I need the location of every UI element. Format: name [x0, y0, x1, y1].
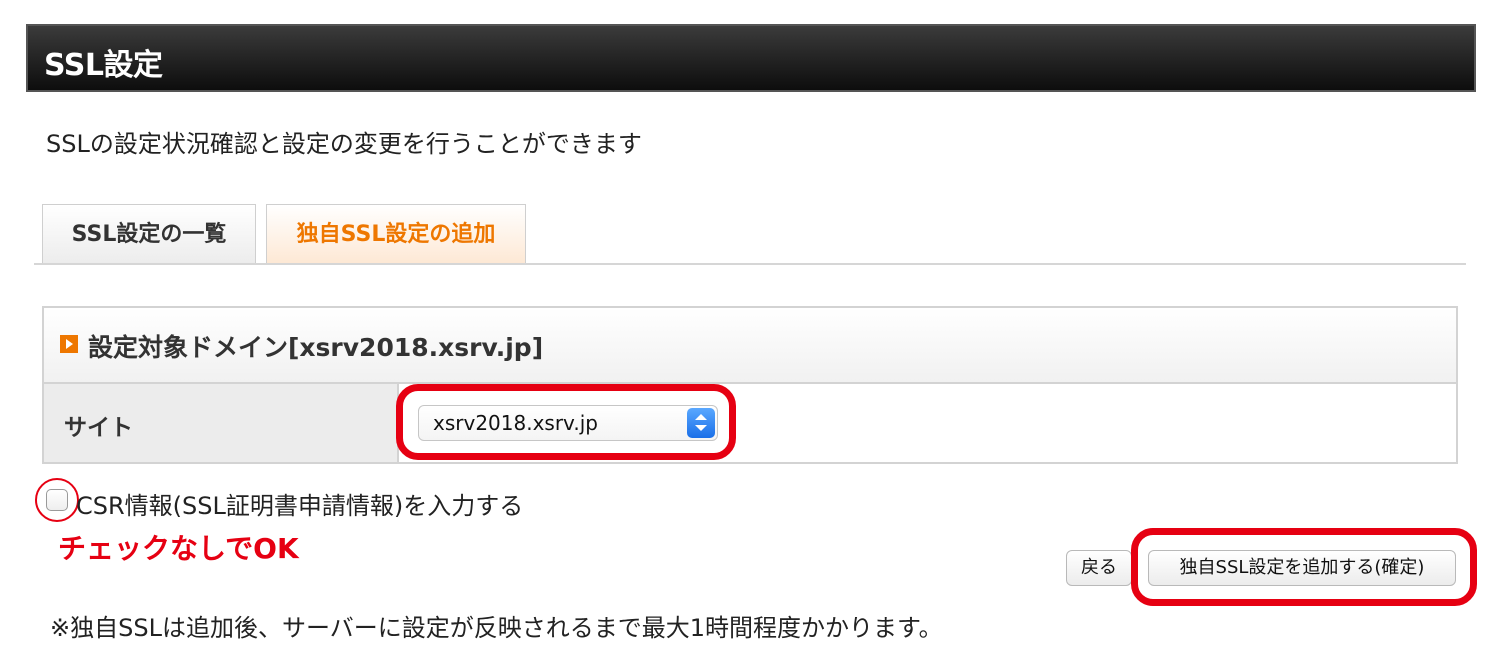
- domain-title: 設定対象ドメイン[xsrv2018.xsrv.jp]: [88, 333, 544, 362]
- button-highlight-outline: [1131, 528, 1477, 606]
- domain-panel-header: 設定対象ドメイン[xsrv2018.xsrv.jp]: [44, 308, 1456, 384]
- tab-add-custom-ssl[interactable]: 独自SSL設定の追加: [266, 204, 526, 264]
- page-description: SSLの設定状況確認と設定の変更を行うことができます: [46, 130, 642, 158]
- checkbox-highlight-circle: [35, 478, 79, 522]
- page-title: SSL設定: [44, 48, 163, 83]
- ssl-settings-page: SSL設定 SSLの設定状況確認と設定の変更を行うことができます SSL設定の一…: [0, 0, 1506, 660]
- footer-note: ※独自SSLは追加後、サーバーに設定が反映されるまで最大1時間程度かかります。: [50, 614, 943, 642]
- site-label: サイト: [64, 415, 133, 441]
- orange-arrow-icon: [60, 335, 78, 353]
- tab-divider: [34, 263, 1466, 265]
- csr-checkbox-label[interactable]: CSR情報(SSL証明書申請情報)を入力する: [76, 486, 523, 521]
- back-button[interactable]: 戻る: [1066, 550, 1132, 586]
- tab-ssl-list[interactable]: SSL設定の一覧: [42, 204, 256, 264]
- site-label-cell: サイト: [44, 384, 399, 462]
- annotation-text: チェックなしでOK: [58, 532, 299, 565]
- header-bar: SSL設定: [26, 24, 1476, 92]
- select-highlight-outline: [396, 384, 736, 460]
- domain-settings-panel: 設定対象ドメイン[xsrv2018.xsrv.jp] サイト xsrv2018.…: [42, 306, 1458, 464]
